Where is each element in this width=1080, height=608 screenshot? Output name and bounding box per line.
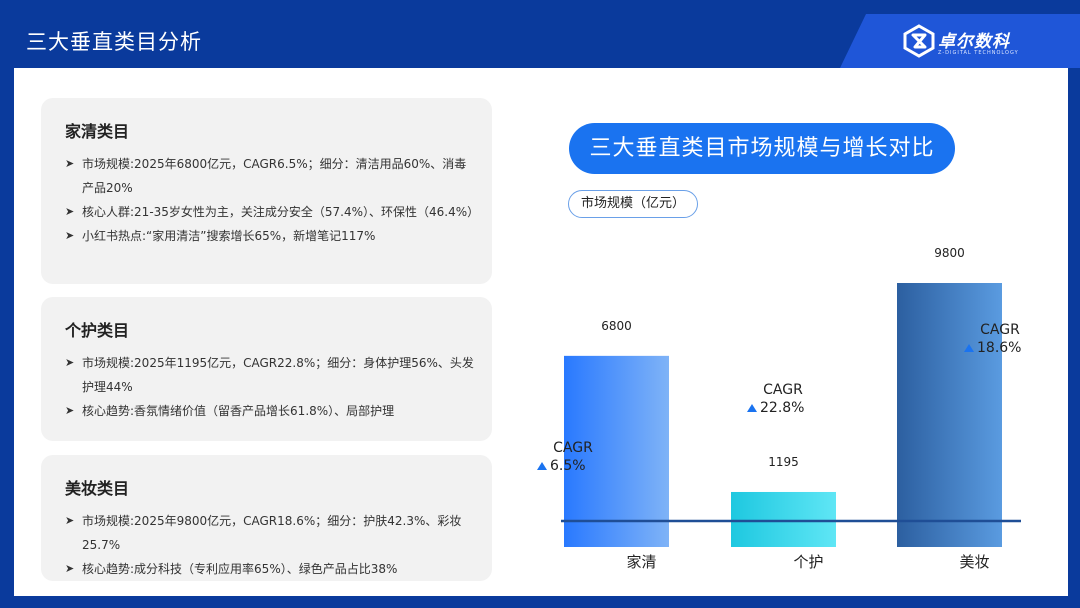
cagr-label: CAGR: [553, 440, 593, 456]
value-label: 1195: [768, 455, 799, 469]
cagr-value: 6.5%: [550, 458, 586, 474]
cagr-label: CAGR: [763, 382, 803, 398]
x-tick-label: 家清: [626, 553, 656, 571]
x-tick-label: 个护: [793, 553, 823, 571]
cagr-value: 22.8%: [760, 400, 804, 416]
bar-chart: 6800 CAGR 6.5% 家清 1195 CAGR 22.8% 个护 9800 CAGR 18.…: [537, 246, 1021, 571]
bar-个护: [731, 491, 836, 547]
x-tick-label: 美妆: [959, 553, 989, 571]
cagr-label: CAGR: [980, 322, 1020, 338]
value-label: 9800: [934, 246, 965, 260]
up-arrow-icon: [537, 462, 547, 470]
value-label: 6800: [601, 319, 632, 333]
cagr-value: 18.6%: [977, 340, 1021, 356]
up-arrow-icon: [747, 404, 757, 412]
